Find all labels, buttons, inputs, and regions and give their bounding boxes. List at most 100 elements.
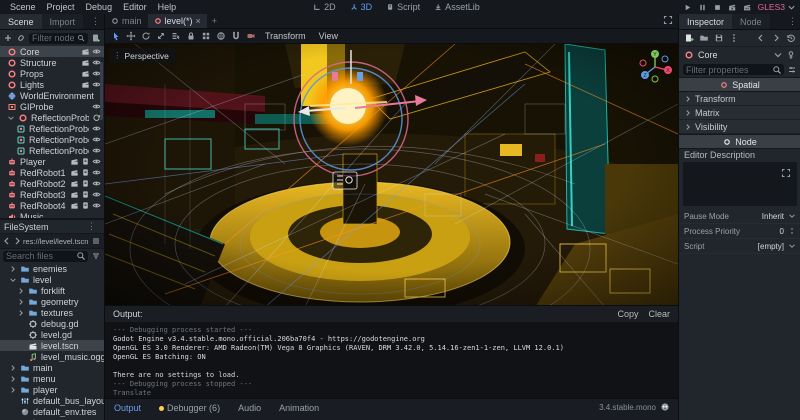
scene-node-props[interactable]: Props (0, 68, 104, 79)
chev-right-icon[interactable] (17, 298, 25, 306)
open-scene-icon[interactable] (81, 47, 90, 56)
file-textures[interactable]: textures (0, 307, 104, 318)
nav-back-icon[interactable] (3, 237, 11, 245)
perspective-menu[interactable]: ⋮ Perspective (109, 48, 176, 63)
filter-properties-input[interactable]: Filter properties (683, 64, 784, 75)
menu-view[interactable]: View (315, 31, 342, 41)
list-select-icon[interactable] (171, 31, 181, 41)
open-scene-icon[interactable] (70, 168, 79, 177)
bottom-tab-animation[interactable]: Animation (270, 402, 328, 414)
file-level-music-ogg[interactable]: level_music.ogg (0, 351, 104, 362)
nav-left-icon[interactable] (756, 33, 766, 43)
filter-nodes-input[interactable]: Filter nodes (29, 32, 88, 44)
scene-dock-tab-import[interactable]: Import (41, 14, 84, 29)
script-icon[interactable] (81, 168, 90, 177)
bottom-tab-audio[interactable]: Audio (229, 402, 270, 414)
scene-node-player[interactable]: Player (0, 156, 104, 167)
file-level-gd[interactable]: level.gd (0, 329, 104, 340)
clear-button[interactable]: Clear (648, 309, 670, 319)
sort-icon[interactable] (91, 251, 101, 261)
lock-icon[interactable] (186, 31, 196, 41)
visibility-icon[interactable] (92, 201, 101, 210)
scene-node-redrobot2[interactable]: RedRobot2 (0, 178, 104, 189)
chev-down-icon[interactable] (788, 242, 796, 250)
file-forklift[interactable]: forklift (0, 285, 104, 296)
file-debug-gd[interactable]: debug.gd (0, 318, 104, 329)
save-icon[interactable] (714, 33, 724, 43)
dots-vertical-icon[interactable]: ⋮ (784, 16, 800, 27)
file-level[interactable]: level (0, 274, 104, 285)
search-files-input[interactable]: Search files (3, 250, 88, 262)
load-icon[interactable] (699, 33, 709, 43)
expand-icon[interactable] (781, 165, 794, 178)
pin-icon[interactable] (786, 50, 796, 60)
scene-node-music[interactable]: Music (0, 211, 104, 218)
layout-toggle-icon[interactable] (91, 236, 101, 246)
menu-help[interactable]: Help (153, 2, 182, 12)
scene-node-lights[interactable]: Lights (0, 79, 104, 90)
open-scene-icon[interactable] (70, 190, 79, 199)
group-icon[interactable] (201, 31, 211, 41)
visibility-icon[interactable] (92, 124, 101, 133)
chev-right-icon[interactable] (17, 287, 25, 295)
section-visibility[interactable]: Visibility (679, 120, 800, 134)
move-icon[interactable] (126, 31, 136, 41)
open-scene-icon[interactable] (70, 157, 79, 166)
inspector-tab-inspector[interactable]: Inspector (679, 14, 733, 29)
dots-icon[interactable] (729, 33, 739, 43)
chev-right-icon[interactable] (9, 386, 17, 394)
chev-right-icon[interactable] (9, 375, 17, 383)
workspace-script[interactable]: Script (380, 0, 426, 14)
chev-down-icon[interactable] (773, 50, 783, 60)
dots-vertical-icon[interactable]: ⋮ (83, 221, 100, 232)
visibility-icon[interactable] (92, 168, 101, 177)
scene-dock-tab-scene[interactable]: Scene (0, 14, 42, 29)
chev-down-icon[interactable] (9, 276, 17, 284)
3d-scene-canvas[interactable] (105, 44, 678, 307)
menu-editor[interactable]: Editor (118, 2, 152, 12)
open-scene-icon[interactable] (81, 58, 90, 67)
scene-node-reflectionprobe3[interactable]: ReflectionProbe3 (0, 145, 104, 156)
bottom-tab-debugger-6[interactable]: Debugger (6) (150, 402, 229, 414)
menu-transform[interactable]: Transform (261, 31, 310, 41)
sort-icon[interactable] (91, 251, 101, 261)
snap-icon[interactable] (231, 31, 241, 41)
open-scene-icon[interactable] (70, 179, 79, 188)
workspace-assetlib[interactable]: AssetLib (428, 0, 486, 14)
layout-icon[interactable] (91, 236, 101, 246)
property-pause-mode[interactable]: Pause Mode Inherit (679, 209, 800, 224)
scene-node-worldenvironment[interactable]: WorldEnvironment (0, 90, 104, 101)
script-icon[interactable] (81, 201, 90, 210)
scene-node-reflectionprobe1[interactable]: ReflectionProbe1 (0, 123, 104, 134)
scene-node-redrobot4[interactable]: RedRobot4 (0, 200, 104, 211)
nav-forward-icon[interactable] (13, 237, 21, 245)
file-player[interactable]: player (0, 384, 104, 395)
pin-icon[interactable] (786, 50, 796, 60)
new-scene-tab-button[interactable]: + (207, 16, 222, 26)
property-script[interactable]: Script [empty] (679, 239, 800, 254)
property-value[interactable]: Inherit (762, 212, 784, 221)
script-icon[interactable] (81, 157, 90, 166)
scale-icon[interactable] (156, 31, 166, 41)
menu-debug[interactable]: Debug (81, 2, 118, 12)
chev-down-icon[interactable] (788, 212, 796, 220)
chev-right-icon[interactable] (17, 309, 25, 317)
scene-node-structure[interactable]: Structure (0, 57, 104, 68)
axis-gizmo[interactable]: Y X Z (637, 48, 673, 84)
menu-project[interactable]: Project (42, 2, 80, 12)
scene-node-redrobot1[interactable]: RedRobot1 (0, 167, 104, 178)
visibility-icon[interactable] (92, 190, 101, 199)
pause-icon[interactable] (698, 3, 707, 12)
local-space-icon[interactable] (216, 31, 226, 41)
bottom-tab-output[interactable]: Output (105, 402, 150, 414)
script-icon[interactable] (81, 190, 90, 199)
scene-node-redrobot3[interactable]: RedRobot3 (0, 189, 104, 200)
rotate-icon[interactable] (141, 31, 151, 41)
file-geometry[interactable]: geometry (0, 296, 104, 307)
file-main[interactable]: main (0, 362, 104, 373)
close-icon[interactable]: × (196, 16, 201, 26)
visibility-icon[interactable] (92, 157, 101, 166)
expand-icon[interactable] (781, 168, 791, 178)
chev-right-icon[interactable] (9, 265, 17, 273)
script-icon[interactable] (81, 179, 90, 188)
